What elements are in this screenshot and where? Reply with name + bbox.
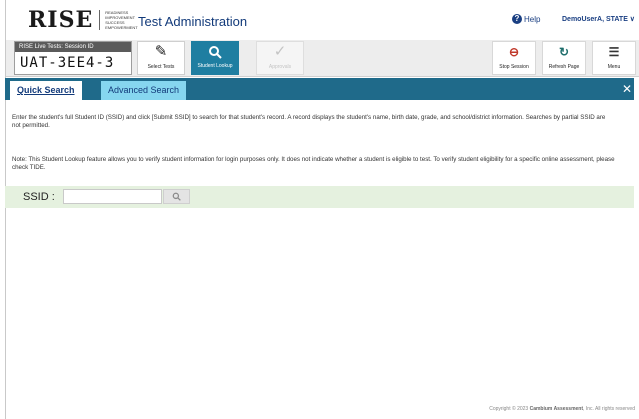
approvals-label: Approvals bbox=[268, 64, 292, 70]
menu-label: Menu bbox=[607, 64, 621, 70]
header: RISE READINESS IMPROVEMENT SUCCESS EMPOW… bbox=[6, 0, 639, 40]
copyright-suffix: , Inc. All rights reserved bbox=[583, 406, 635, 412]
session-label: RISE Live Tests: Session ID bbox=[15, 42, 131, 52]
ssid-search-bar: SSID : bbox=[5, 186, 634, 208]
rise-logo: RISE READINESS IMPROVEMENT SUCCESS EMPOW… bbox=[28, 5, 138, 35]
ssid-label: SSID : bbox=[23, 191, 55, 203]
approvals-button[interactable]: ✓ Approvals bbox=[256, 41, 304, 75]
instructions-text: Enter the student's full Student ID (SSI… bbox=[12, 114, 606, 129]
student-lookup-button[interactable]: Student Lookup bbox=[191, 41, 239, 75]
ssid-input[interactable] bbox=[63, 189, 162, 204]
search-tabs: Quick Search Advanced Search ✕ bbox=[5, 78, 634, 100]
app-frame: RISE READINESS IMPROVEMENT SUCCESS EMPOW… bbox=[5, 0, 639, 419]
logo-subtext: READINESS IMPROVEMENT SUCCESS EMPOWERMEN… bbox=[99, 10, 138, 30]
user-menu[interactable]: DemoUserA, STATE ∨ bbox=[562, 15, 635, 23]
logo-word: RISE bbox=[28, 7, 94, 33]
stop-icon: ⊖ bbox=[508, 45, 520, 59]
tab-quick-search[interactable]: Quick Search bbox=[10, 81, 82, 100]
copyright-company: Cambium Assessment bbox=[529, 406, 584, 412]
toolbar: RISE Live Tests: Session ID UAT-3EE4-3 ✎… bbox=[6, 40, 639, 77]
session-id-box: RISE Live Tests: Session ID UAT-3EE4-3 bbox=[14, 41, 132, 75]
search-icon bbox=[172, 192, 181, 201]
stop-session-label: Stop Session bbox=[499, 64, 529, 70]
refresh-page-button[interactable]: ↻ Refresh Page bbox=[542, 41, 586, 75]
select-tests-button[interactable]: ✎ Select Tests bbox=[137, 41, 185, 75]
menu-button[interactable]: ☰ Menu bbox=[592, 41, 636, 75]
note-text: Note: This Student Lookup feature allows… bbox=[12, 156, 615, 171]
help-icon: ? bbox=[512, 14, 522, 24]
help-link[interactable]: ? Help bbox=[512, 14, 540, 24]
search-icon bbox=[191, 41, 239, 63]
app-title: Test Administration bbox=[138, 14, 248, 29]
close-icon[interactable]: ✕ bbox=[622, 81, 632, 97]
refresh-page-label: Refresh Page bbox=[548, 64, 580, 70]
copyright-footer: Copyright © 2023 Cambium Assessment, Inc… bbox=[489, 406, 635, 412]
submit-ssid-button[interactable] bbox=[163, 189, 190, 204]
tab-advanced-search[interactable]: Advanced Search bbox=[101, 81, 187, 100]
help-label: Help bbox=[524, 14, 541, 24]
refresh-icon: ↻ bbox=[558, 45, 570, 59]
student-lookup-label: Student Lookup bbox=[197, 63, 233, 69]
pencil-icon: ✎ bbox=[154, 43, 168, 60]
copyright-prefix: Copyright © 2023 bbox=[489, 406, 530, 412]
hamburger-icon: ☰ bbox=[608, 45, 620, 59]
stop-session-button[interactable]: ⊖ Stop Session bbox=[492, 41, 536, 75]
session-id: UAT-3EE4-3 bbox=[20, 55, 115, 71]
checkmark-icon: ✓ bbox=[273, 43, 287, 60]
select-tests-label: Select Tests bbox=[147, 64, 175, 70]
